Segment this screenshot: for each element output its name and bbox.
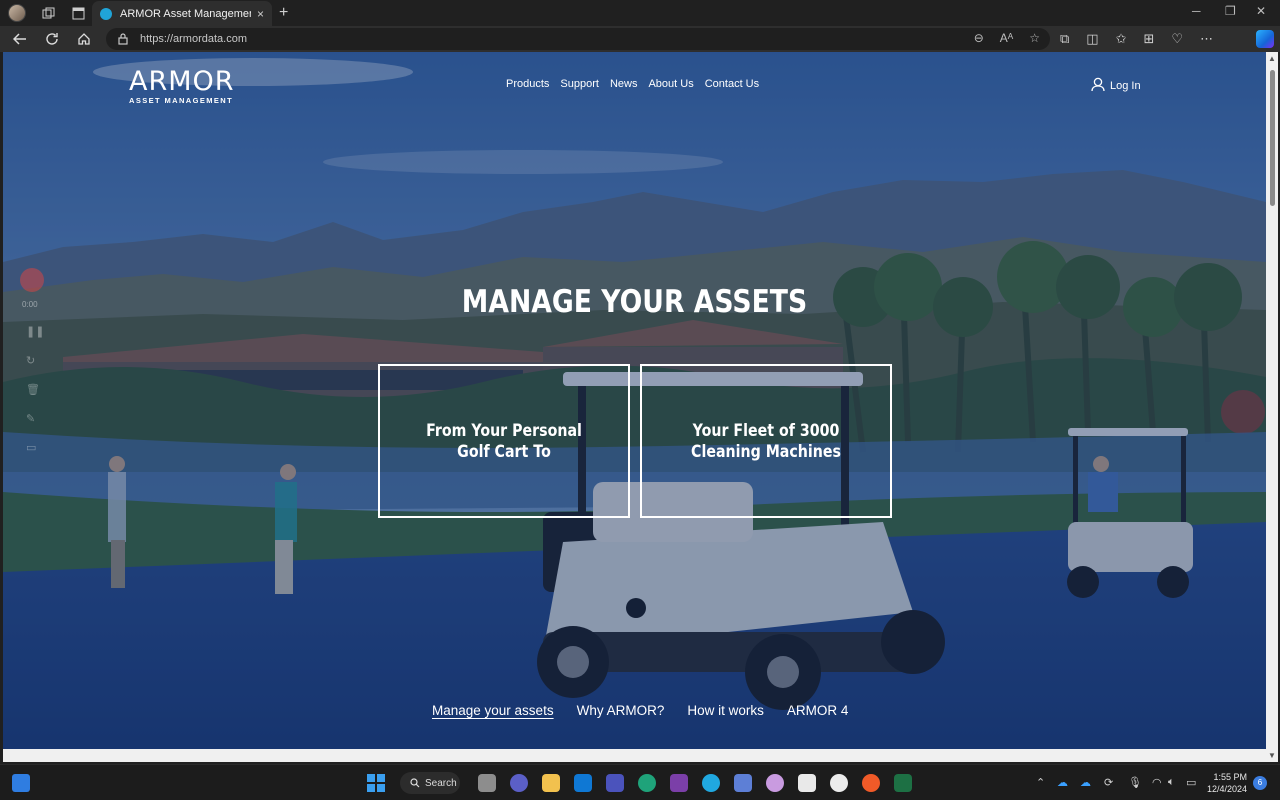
excel-icon[interactable] [894, 774, 912, 792]
screen-recorder-overlay: 0:00 ❚❚ ↻ 🗑︎ ✎ ▭ [20, 268, 50, 454]
subnav-armor-4[interactable]: ARMOR 4 [787, 703, 849, 718]
widgets-icon[interactable] [12, 774, 30, 792]
delete-icon[interactable]: 🗑︎ [26, 383, 50, 396]
onenote-icon[interactable] [670, 774, 688, 792]
login-button[interactable]: Log In [1091, 77, 1141, 95]
tab-armor[interactable]: ARMOR Asset Management × [92, 1, 272, 26]
scroll-down-icon[interactable]: ▼ [1268, 751, 1276, 760]
cortana-icon[interactable] [702, 774, 720, 792]
section-navigation: Manage your assets Why ARMOR? How it wor… [432, 703, 848, 718]
workspaces-icon[interactable] [40, 5, 56, 21]
minimize-icon[interactable]: ─ [1192, 4, 1201, 18]
profile-avatar[interactable] [8, 4, 26, 22]
browser-toolbar: https://armordata.com ⊖ Aᴬ ☆ ⧉ ◫ ✩ ⊞ ♡ ⋯ [0, 26, 1280, 52]
remote-desktop-icon[interactable] [734, 774, 752, 792]
url-text[interactable]: https://armordata.com [140, 33, 247, 45]
start-button[interactable] [367, 774, 385, 792]
favorites-icon[interactable]: ✩ [1116, 31, 1127, 47]
logo-subtitle: ASSET MANAGEMENT [129, 96, 234, 105]
split-screen-icon[interactable]: ◫ [1086, 31, 1098, 47]
extensions-icon[interactable]: ⧉ [1060, 31, 1069, 47]
page-viewport: ARMOR ASSET MANAGEMENT Products Support … [3, 52, 1266, 749]
draw-app-icon[interactable] [862, 774, 880, 792]
chatgpt-icon[interactable] [830, 774, 848, 792]
subnav-how-it-works[interactable]: How it works [687, 703, 764, 718]
edge-browser-icon[interactable] [638, 774, 656, 792]
camera-icon[interactable]: ▭ [26, 441, 50, 454]
hero-title: MANAGE YOUR ASSETS [461, 284, 808, 320]
search-label: Search [425, 777, 457, 789]
recorder-time: 0:00 [22, 300, 38, 309]
draw-icon[interactable]: ✎ [26, 412, 50, 425]
address-bar[interactable]: https://armordata.com ⊖ Aᴬ ☆ [106, 28, 1050, 50]
nav-products[interactable]: Products [506, 78, 549, 90]
home-icon[interactable] [74, 29, 94, 49]
file-explorer-icon[interactable] [542, 774, 560, 792]
hero-background-photo [3, 52, 1266, 749]
teams-icon[interactable] [606, 774, 624, 792]
nav-about-us[interactable]: About Us [648, 78, 693, 90]
onedrive-business-icon[interactable]: ☁ [1080, 776, 1091, 789]
scrollbar-thumb[interactable] [1270, 70, 1275, 206]
restart-icon[interactable]: ↻ [26, 354, 50, 367]
sync-icon[interactable]: ⟳ [1104, 776, 1113, 789]
copilot-icon[interactable] [1256, 30, 1274, 48]
tab-title: ARMOR Asset Management [120, 7, 251, 20]
scroll-up-icon[interactable]: ▲ [1268, 54, 1276, 63]
taskbar-clock[interactable]: 1:55 PM 12/4/2024 [1207, 771, 1247, 795]
performance-icon[interactable]: ♡ [1171, 31, 1183, 47]
outlook-icon[interactable] [574, 774, 592, 792]
new-tab-button[interactable]: + [279, 4, 288, 22]
card-fleet-cleaning-machines[interactable]: Your Fleet of 3000 Cleaning Machines [640, 364, 892, 518]
tab-actions-icon[interactable] [70, 5, 86, 21]
notification-badge[interactable]: 6 [1253, 776, 1267, 790]
read-aloud-icon[interactable]: Aᴬ [1000, 31, 1013, 45]
vertical-scrollbar[interactable]: ▲ ▼ [1266, 52, 1278, 762]
favorite-star-icon[interactable]: ☆ [1029, 31, 1040, 45]
subnav-manage-your-assets[interactable]: Manage your assets [432, 703, 554, 718]
zoom-icon[interactable]: ⊖ [974, 31, 984, 45]
close-window-icon[interactable]: ✕ [1256, 4, 1266, 18]
site-favicon-icon [100, 7, 112, 20]
card-label: From Your Personal Golf Cart To [426, 421, 582, 461]
media-icon[interactable] [766, 774, 784, 792]
subnav-why-armor[interactable]: Why ARMOR? [577, 703, 665, 718]
login-label: Log In [1110, 80, 1141, 92]
taskbar-search[interactable]: Search [400, 772, 460, 794]
collections-icon[interactable]: ⊞ [1144, 31, 1155, 47]
card-label: Your Fleet of 3000 Cleaning Machines [691, 421, 841, 461]
close-tab-icon[interactable]: × [257, 7, 264, 21]
battery-icon[interactable]: ▭ [1186, 776, 1196, 789]
search-icon [410, 778, 420, 788]
restore-icon[interactable]: ❐ [1225, 4, 1236, 18]
nav-contact-us[interactable]: Contact Us [705, 78, 759, 90]
clock-time: 1:55 PM [1213, 772, 1248, 782]
lock-icon[interactable] [118, 33, 128, 45]
microphone-icon[interactable]: 🎙︎ [1128, 776, 1142, 789]
record-icon[interactable] [20, 268, 44, 292]
user-icon [1091, 77, 1105, 95]
pause-icon[interactable]: ❚❚ [26, 325, 50, 338]
armor-logo[interactable]: ARMOR ASSET MANAGEMENT [129, 66, 237, 105]
card-personal-golf-cart[interactable]: From Your Personal Golf Cart To [378, 364, 630, 518]
snipping-tool-icon[interactable] [798, 774, 816, 792]
more-icon[interactable]: ⋯ [1200, 31, 1213, 47]
wifi-icon[interactable]: ◠ [1152, 776, 1162, 789]
logo-wordmark: ARMOR [129, 66, 235, 97]
browser-titlebar: ARMOR Asset Management × + ─ ❐ ✕ [0, 0, 1280, 26]
onedrive-icon[interactable]: ☁ [1057, 776, 1068, 789]
clock-date: 12/4/2024 [1207, 784, 1248, 794]
refresh-icon[interactable] [42, 29, 62, 49]
page-bottom-strip [3, 749, 1266, 762]
back-icon[interactable] [10, 29, 30, 49]
nav-support[interactable]: Support [560, 78, 599, 90]
teams-chat-icon[interactable] [510, 774, 528, 792]
task-view-icon[interactable] [478, 774, 496, 792]
volume-icon[interactable]: 🔈︎ [1168, 776, 1175, 789]
nav-news[interactable]: News [610, 78, 638, 90]
show-hidden-icons-icon[interactable]: ⌃ [1036, 776, 1045, 789]
main-navigation: Products Support News About Us Contact U… [506, 78, 759, 90]
windows-taskbar: Search ⌃ ☁ ☁ ⟳ 🎙︎ ◠ 🔈︎ ▭ 1:55 PM 12/4/20… [0, 764, 1280, 800]
